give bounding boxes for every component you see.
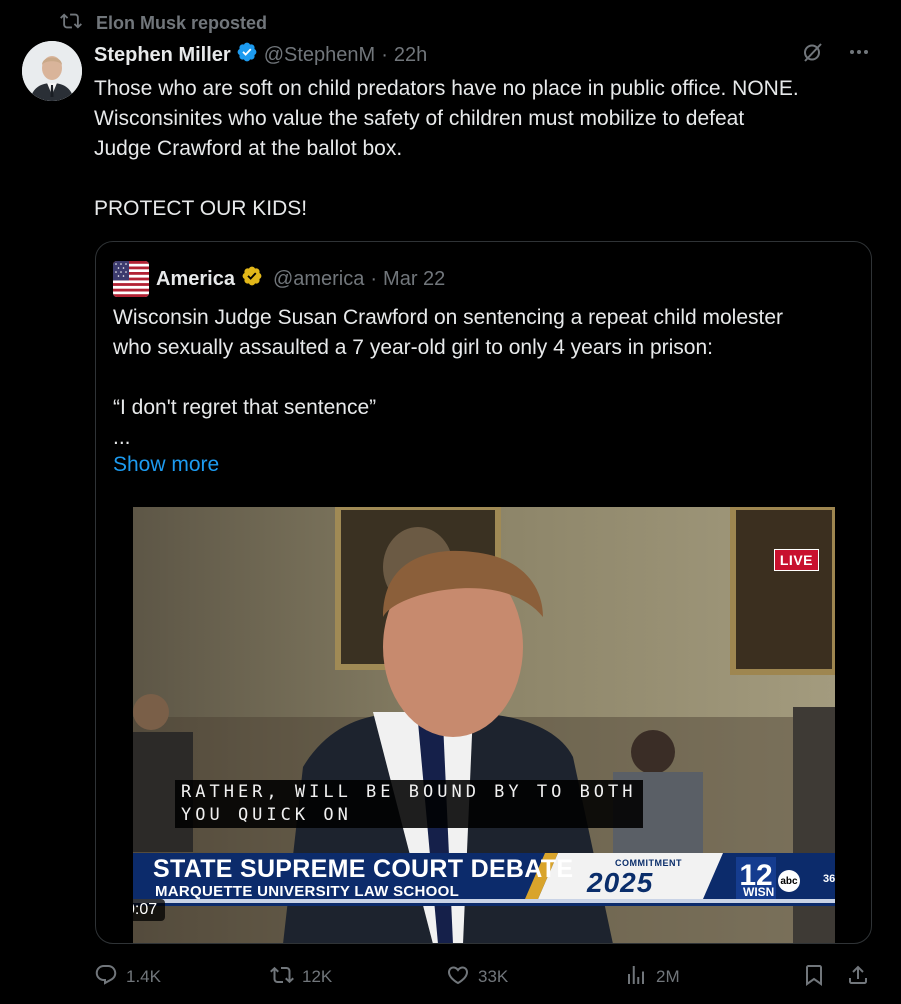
- quoted-tweet[interactable]: America @america · Mar 22 Wisconsin Judg…: [95, 241, 872, 944]
- commitment-year: 2025: [587, 867, 654, 898]
- caption-line-1: RATHER, WILL BE BOUND BY TO BOTH: [181, 782, 637, 802]
- verified-badge-icon: [231, 41, 264, 69]
- show-more-link[interactable]: Show more: [113, 453, 219, 477]
- video-timestamp: 0:07: [133, 899, 166, 921]
- views-icon: [624, 963, 648, 992]
- reply-count: 1.4K: [126, 967, 161, 986]
- channel-number: 36: [823, 873, 835, 885]
- live-badge: LIVE: [773, 549, 819, 571]
- repost-label: Elon Musk reposted: [96, 13, 268, 33]
- quote-author-name[interactable]: America: [156, 268, 235, 291]
- tweet-header: Stephen Miller @StephenM · 22h: [94, 40, 881, 70]
- lower-third-banner: 12 STATE SUPREME COURT DEBATE MARQUETTE …: [133, 853, 835, 906]
- repost-icon: [270, 963, 294, 992]
- network-logo: abc: [778, 870, 800, 892]
- caption-line-2: YOU QUICK ON: [181, 805, 352, 825]
- repost-icon: [60, 10, 82, 37]
- share-icon: [846, 963, 870, 992]
- like-button[interactable]: 33K: [446, 962, 508, 992]
- quote-separator-dot: ·: [370, 267, 378, 290]
- quote-date[interactable]: Mar 22: [383, 268, 445, 291]
- share-button[interactable]: [846, 962, 870, 992]
- heart-icon: [446, 963, 470, 992]
- quote-text: Wisconsin Judge Susan Crawford on senten…: [113, 306, 784, 449]
- quote-author-handle[interactable]: @america: [273, 268, 364, 291]
- repost-count: 12K: [302, 967, 333, 986]
- avatar[interactable]: [22, 41, 82, 101]
- station-logo: WISN: [743, 885, 775, 899]
- author-handle[interactable]: @StephenM: [264, 44, 375, 67]
- reply-icon: [94, 963, 118, 992]
- bookmark-button[interactable]: [802, 962, 826, 992]
- action-bar: 1.4K 12K 33K 2M: [94, 962, 884, 992]
- reply-button[interactable]: 1.4K: [94, 962, 161, 992]
- video-player[interactable]: LIVE RATHER, WILL BE BOUND BY TO BOTH YO…: [133, 507, 835, 943]
- views-count: 2M: [656, 967, 680, 986]
- quote-header: America @america · Mar 22: [113, 261, 445, 297]
- closed-caption: RATHER, WILL BE BOUND BY TO BOTH YOU QUI…: [175, 780, 643, 828]
- grok-icon[interactable]: [801, 40, 825, 70]
- more-dots-icon[interactable]: [847, 40, 871, 70]
- lower-third-title: STATE SUPREME COURT DEBATE: [153, 855, 574, 883]
- repost-indicator[interactable]: Elon Musk reposted: [60, 10, 267, 37]
- like-count: 33K: [478, 967, 509, 986]
- repost-button[interactable]: 12K: [270, 962, 332, 992]
- flag-avatar[interactable]: [113, 261, 149, 297]
- bookmark-icon: [802, 963, 826, 992]
- post-time[interactable]: 22h: [394, 44, 427, 67]
- author-name[interactable]: Stephen Miller: [94, 44, 231, 67]
- separator-dot: ·: [381, 43, 388, 66]
- tweet-text: Those who are soft on child predators ha…: [94, 77, 799, 220]
- verified-gold-badge-icon: [235, 265, 273, 293]
- views-button[interactable]: 2M: [624, 962, 680, 992]
- lower-third-subtitle: MARQUETTE UNIVERSITY LAW SCHOOL: [155, 883, 460, 900]
